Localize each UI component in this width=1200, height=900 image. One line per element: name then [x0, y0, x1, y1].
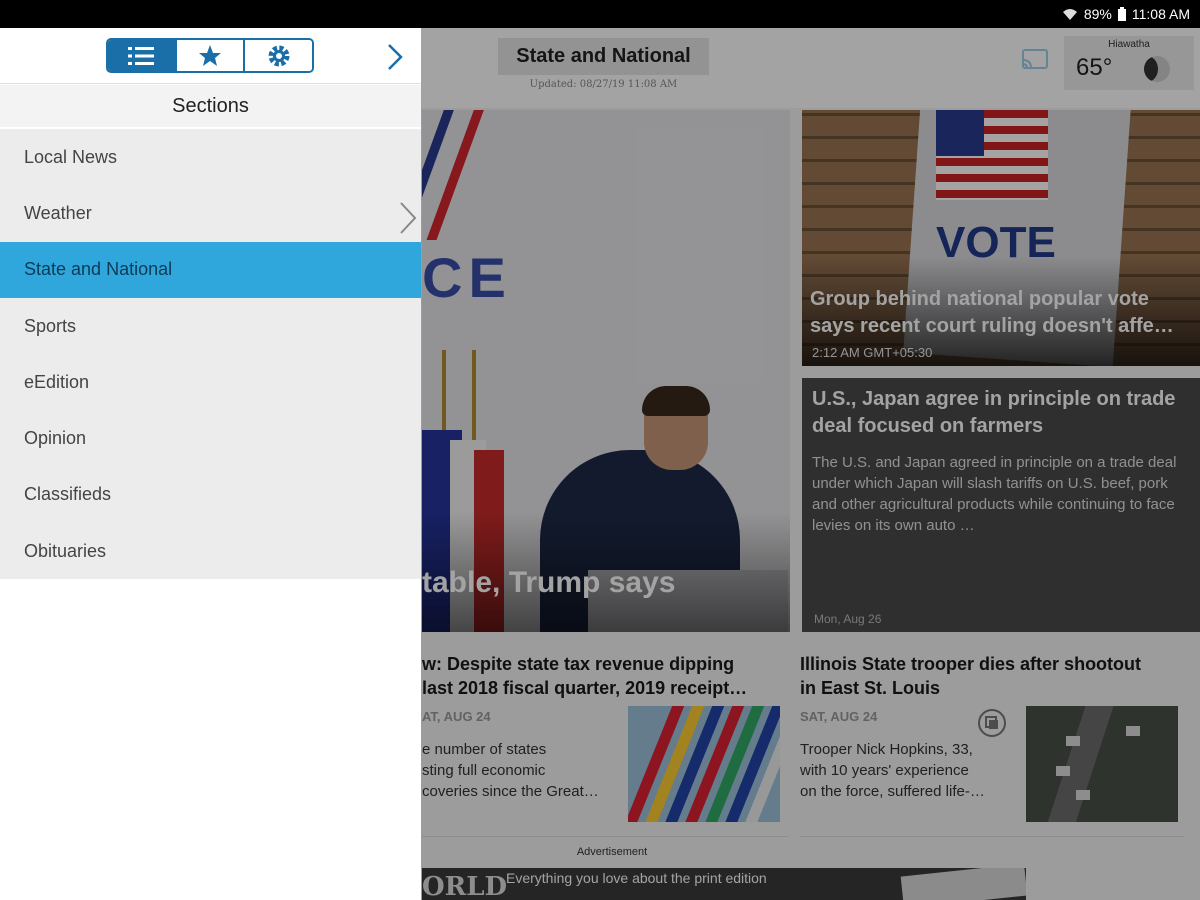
wifi-icon — [1062, 9, 1077, 20]
drawer-header — [0, 28, 421, 84]
drawer-tab-switcher — [106, 38, 314, 73]
menu-item-label: Classifieds — [24, 484, 112, 505]
gear-icon — [268, 45, 290, 66]
list-icon — [128, 46, 155, 65]
clock: 11:08 AM — [1131, 6, 1190, 22]
star-icon — [199, 44, 221, 66]
menu-item-label: eEdition — [24, 371, 90, 392]
menu-item-label: Opinion — [24, 428, 87, 449]
sections-heading: Sections — [0, 85, 421, 127]
app-root: 89% 11:08 AM State and National Updated:… — [0, 0, 1200, 900]
battery-icon — [1117, 7, 1126, 21]
menu-item-local-news[interactable]: Local News — [0, 129, 421, 185]
menu-item-obituaries[interactable]: Obituaries — [0, 523, 421, 579]
menu-item-opinion[interactable]: Opinion — [0, 410, 421, 466]
status-bar: 89% 11:08 AM — [0, 0, 1200, 28]
sections-menu: Local News Weather State and National Sp… — [0, 129, 421, 580]
menu-item-sports[interactable]: Sports — [0, 298, 421, 354]
menu-item-label: State and National — [24, 259, 173, 280]
chevron-right-icon — [400, 202, 417, 234]
chevron-right-icon[interactable] — [384, 42, 406, 72]
tab-settings[interactable] — [245, 40, 312, 71]
menu-item-classifieds[interactable]: Classifieds — [0, 467, 421, 523]
tab-favorites[interactable] — [176, 40, 246, 71]
tab-sections[interactable] — [108, 40, 177, 71]
menu-item-label: Weather — [24, 202, 92, 223]
battery-percent: 89% — [1083, 6, 1112, 22]
menu-item-label: Sports — [24, 315, 77, 336]
menu-item-state-and-national[interactable]: State and National — [0, 241, 421, 298]
menu-item-label: Local News — [24, 146, 118, 167]
menu-item-label: Obituaries — [24, 540, 107, 561]
menu-item-eedition[interactable]: eEdition — [0, 354, 421, 410]
menu-item-weather[interactable]: Weather — [0, 185, 421, 241]
navigation-drawer: Sections Local News Weather State and Na… — [0, 28, 421, 900]
